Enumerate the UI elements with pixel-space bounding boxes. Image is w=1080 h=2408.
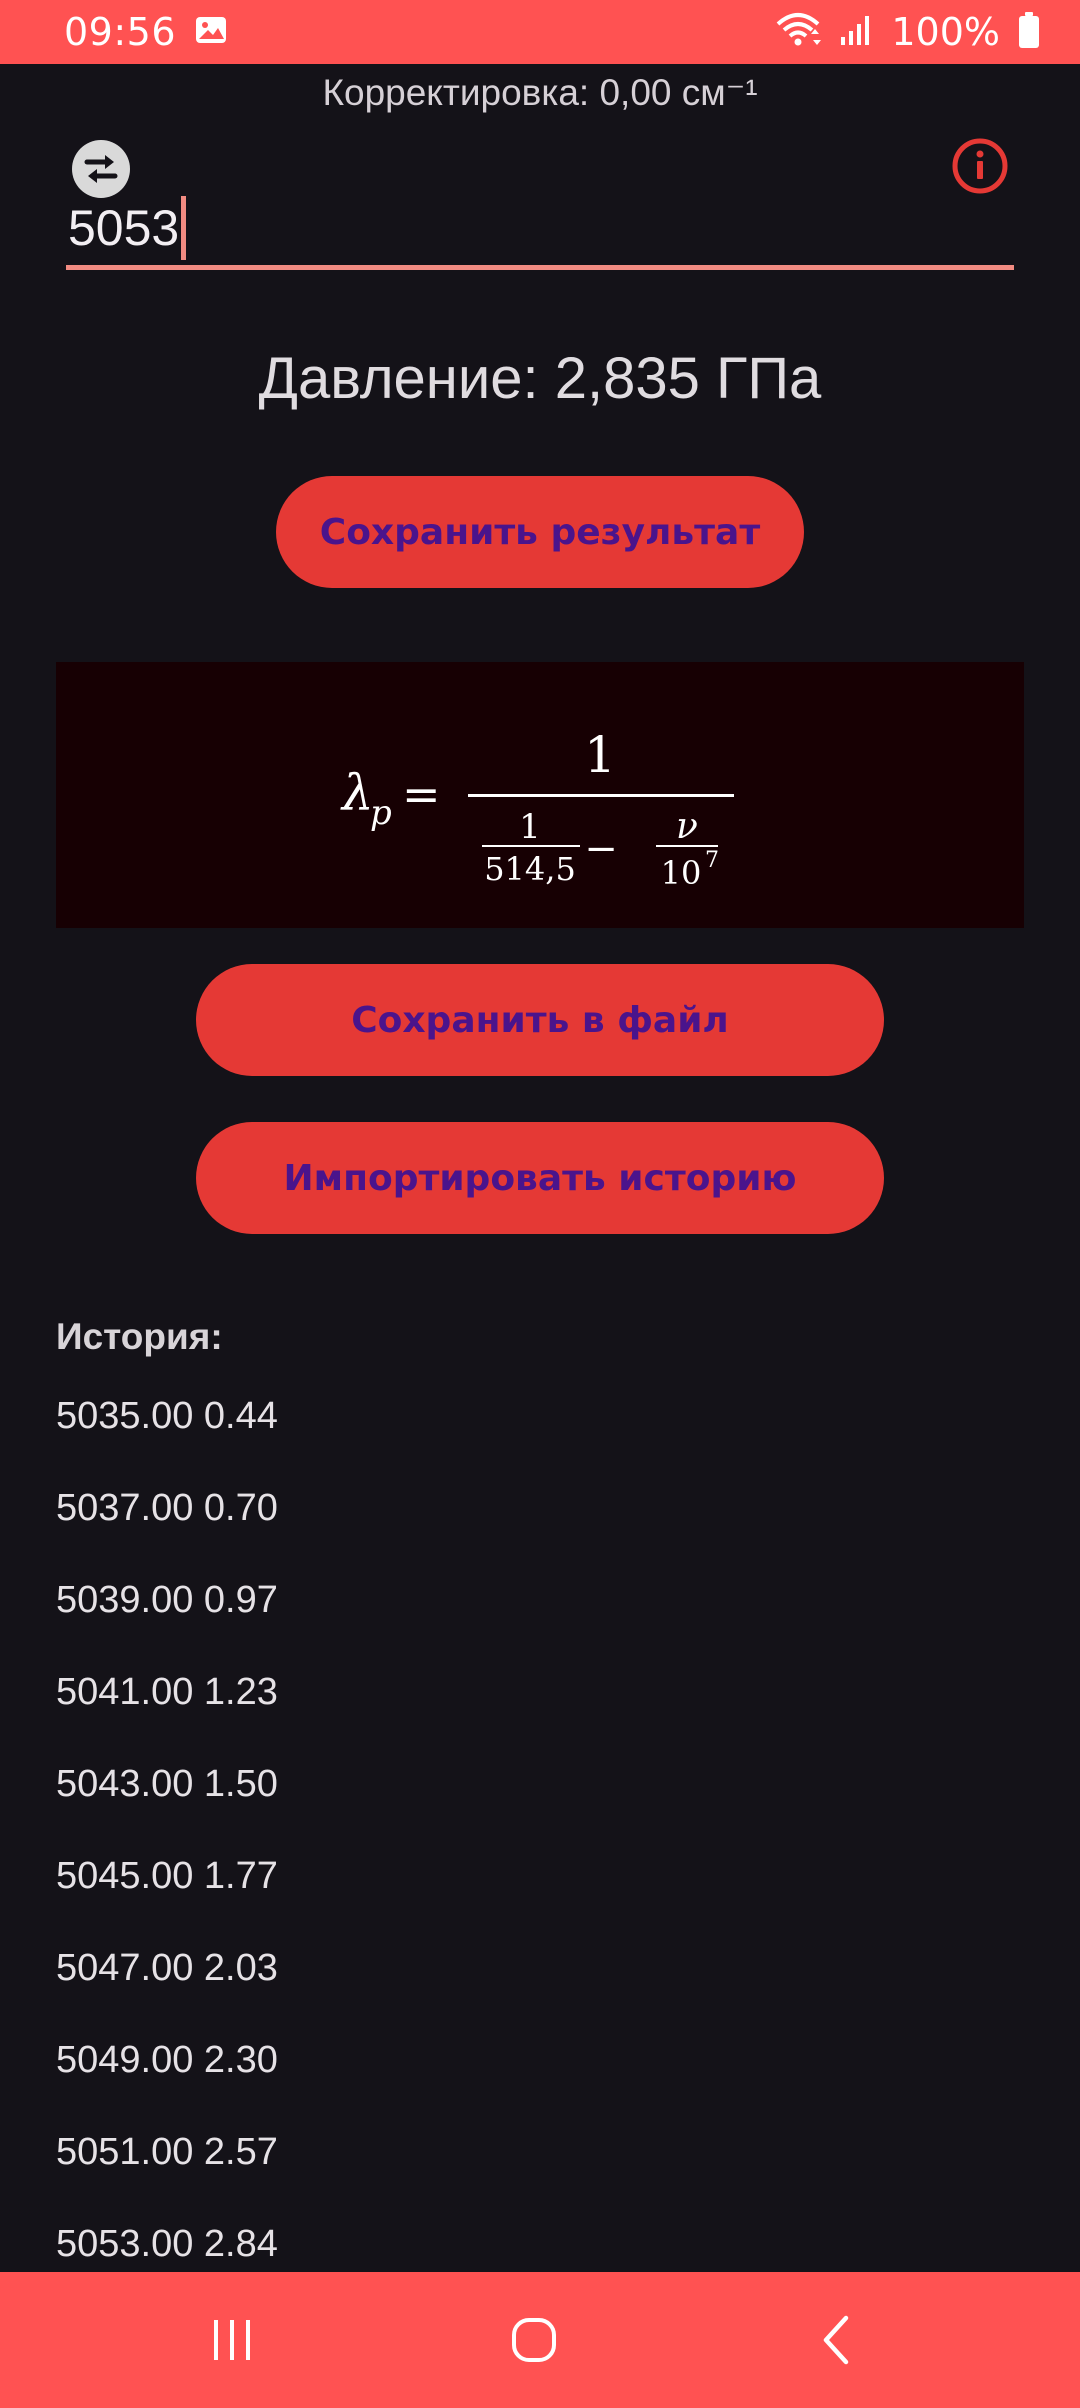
formula-equals: = [402, 767, 441, 821]
back-icon [823, 2315, 849, 2365]
recent-apps-icon [214, 2320, 250, 2360]
save-result-button[interactable]: Сохранить результат [276, 476, 804, 588]
history-item: 5051.00 2.57 [56, 2131, 278, 2173]
status-time: 09:56 [64, 10, 177, 54]
info-icon [952, 138, 1008, 194]
formula-inner-left-den: 514,5 [484, 850, 576, 888]
history-item: 5039.00 0.97 [56, 1579, 278, 1621]
battery-icon [1018, 11, 1040, 53]
formula-inner-right-num: ν [676, 806, 698, 847]
history-item: 5037.00 0.70 [56, 1487, 278, 1529]
image-icon [194, 13, 228, 51]
formula-main-bar [468, 794, 734, 797]
formula-minus: − [584, 826, 618, 872]
wifi-icon [775, 12, 822, 52]
wavenumber-input[interactable]: 5053 [66, 190, 1014, 270]
pressure-result: Давление: 2,835 ГПа [258, 346, 822, 411]
save-file-button[interactable]: Сохранить в файл [196, 964, 884, 1076]
navigation-bar [0, 2272, 1080, 2408]
status-bar: 09:56 100% [0, 0, 1080, 64]
input-value: 5053 [68, 200, 180, 256]
formula-inner-right-exp: 7 [705, 848, 719, 873]
recent-apps-button[interactable] [202, 2310, 262, 2370]
text-caret [181, 196, 187, 260]
formula-numerator: 1 [584, 726, 616, 784]
import-history-button[interactable]: Импортировать историю [196, 1122, 884, 1234]
formula-inner-right-bar [656, 845, 718, 847]
correction-text: Корректировка: 0,00 см⁻¹ [322, 72, 758, 113]
formula-subscript: p [370, 793, 392, 833]
signal-icon [839, 13, 873, 51]
home-button[interactable] [504, 2310, 564, 2370]
formula-svg: λ p = 1 1 514,5 − ν 10 7 [340, 726, 734, 892]
history-title: История: [56, 1316, 223, 1357]
history-item: 5049.00 2.30 [56, 2039, 278, 2081]
formula-panel: λ p = 1 1 514,5 − ν 10 7 [56, 662, 1024, 928]
history-item: 5041.00 1.23 [56, 1671, 278, 1713]
info-button[interactable] [950, 136, 1010, 196]
formula-inner-right-den: 10 [661, 854, 702, 892]
screen: 09:56 100% Корректировка: 0,00 см⁻¹ 5053… [0, 0, 1080, 2408]
formula-inner-left-num: 1 [519, 807, 541, 847]
swap-icon [84, 155, 118, 183]
battery-percent: 100% [891, 10, 1000, 54]
history-item: 5035.00 0.44 [56, 1395, 278, 1437]
back-button[interactable] [808, 2310, 868, 2370]
home-icon [512, 2318, 556, 2362]
history-item: 5045.00 1.77 [56, 1855, 278, 1897]
history-item: 5047.00 2.03 [56, 1947, 278, 1989]
formula-lambda: λ [340, 764, 374, 822]
history-list: 5035.00 0.44 5037.00 0.70 5039.00 0.97 5… [56, 1393, 278, 2313]
formula-inner-left-bar [482, 845, 580, 847]
history-item: 5043.00 1.50 [56, 1763, 278, 1805]
